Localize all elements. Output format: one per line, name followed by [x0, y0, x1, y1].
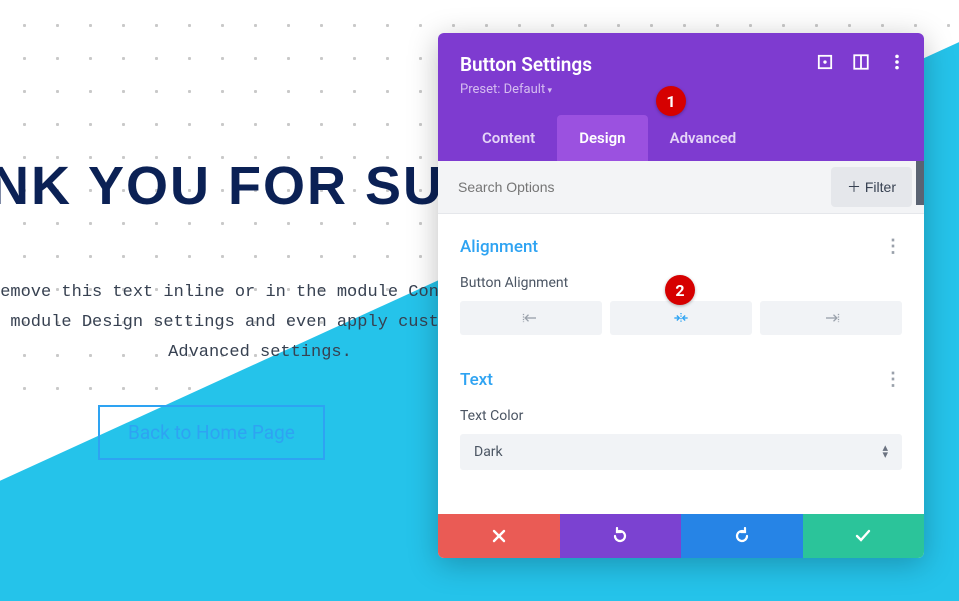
panel-body: Alignment ⋮ Button Alignment Text ⋮ Text… — [438, 214, 924, 514]
filter-label: Filter — [865, 179, 896, 195]
text-color-dropdown[interactable]: Dark ▴▾ — [460, 434, 902, 470]
align-center-option[interactable] — [610, 301, 752, 335]
annotation-badge-1: 1 — [656, 86, 686, 116]
alignment-options — [460, 301, 902, 335]
search-input[interactable] — [438, 165, 831, 209]
tab-content[interactable]: Content — [460, 115, 557, 161]
section-alignment-title: Alignment — [460, 237, 538, 257]
text-color-label: Text Color — [460, 408, 902, 424]
section-text-title: Text — [460, 370, 493, 390]
layout-icon[interactable] — [852, 53, 870, 71]
scrollbar-thumb[interactable] — [916, 161, 924, 205]
section-text-menu-icon[interactable]: ⋮ — [884, 369, 902, 390]
filter-button[interactable]: ＋ Filter — [831, 167, 912, 207]
save-button[interactable] — [803, 514, 925, 558]
text-color-value: Dark — [474, 444, 503, 460]
section-alignment-header[interactable]: Alignment ⋮ — [460, 236, 902, 257]
cancel-button[interactable] — [438, 514, 560, 558]
panel-actions — [438, 514, 924, 558]
section-text-header[interactable]: Text ⋮ — [460, 369, 902, 390]
more-icon[interactable] — [888, 53, 906, 71]
search-row: ＋ Filter — [438, 161, 924, 214]
header-icon-row — [816, 53, 906, 71]
responsive-icon[interactable] — [816, 53, 834, 71]
tab-advanced[interactable]: Advanced — [648, 115, 759, 161]
settings-tabs: Content Design Advanced — [460, 115, 902, 161]
align-left-option[interactable] — [460, 301, 602, 335]
redo-button[interactable] — [681, 514, 803, 558]
tab-design[interactable]: Design — [557, 115, 647, 161]
back-home-button[interactable]: Back to Home Page — [98, 405, 325, 460]
annotation-badge-2: 2 — [665, 275, 695, 305]
align-right-option[interactable] — [760, 301, 902, 335]
undo-button[interactable] — [560, 514, 682, 558]
dropdown-arrows-icon: ▴▾ — [882, 445, 888, 458]
section-alignment-menu-icon[interactable]: ⋮ — [884, 236, 902, 257]
